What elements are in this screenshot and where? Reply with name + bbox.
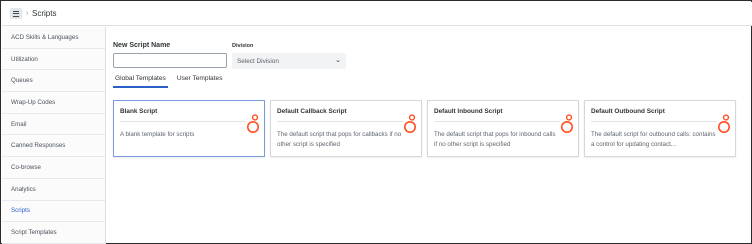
sidebar-item-utilization[interactable]: Utilization xyxy=(2,49,105,71)
card-title: Blank Script xyxy=(120,108,158,115)
template-card-default-outbound[interactable]: Default Outbound Script The default scri… xyxy=(584,100,736,157)
card-divider xyxy=(434,121,560,122)
division-label: Division xyxy=(232,43,254,49)
sidebar-item-queues[interactable]: Queues xyxy=(2,70,105,93)
page-title: Scripts xyxy=(32,9,57,18)
tab-user-templates[interactable]: User Templates xyxy=(175,75,225,88)
template-cards: Blank Script A blank template for script… xyxy=(113,100,752,158)
card-description: The default script that pops for inbound… xyxy=(434,131,556,148)
chevron-down-icon: ⌄ xyxy=(335,57,341,64)
sidebar-item-label: Co-browse xyxy=(11,163,41,171)
card-title: Default Outbound Script xyxy=(591,108,665,115)
sidebar-item-label: Queues xyxy=(11,77,33,85)
sidebar-item-label: Email xyxy=(11,120,27,128)
sidebar-item-label: Script Templates xyxy=(11,229,57,237)
template-card-blank-script[interactable]: Blank Script A blank template for script… xyxy=(113,100,265,157)
card-description: A blank template for scripts xyxy=(120,131,195,138)
sidebar-item-label: Utilization xyxy=(11,55,38,63)
division-select[interactable]: Select Division ⌄ xyxy=(232,53,346,69)
card-divider xyxy=(277,121,403,122)
sidebar-item-email[interactable]: Email xyxy=(2,114,105,136)
card-title: Default Callback Script xyxy=(277,108,347,115)
sidebar-item-label: Wrap-Up Codes xyxy=(11,98,56,106)
sidebar-item-label: Canned Responses xyxy=(11,142,66,150)
tab-global-templates[interactable]: Global Templates xyxy=(113,75,168,88)
card-divider xyxy=(120,121,246,122)
division-select-value: Select Division xyxy=(237,57,279,65)
genesys-logo-icon xyxy=(247,114,259,133)
script-name-label: New Script Name xyxy=(113,42,171,49)
script-name-input[interactable] xyxy=(113,53,227,68)
hamburger-menu-icon[interactable] xyxy=(10,8,22,19)
sidebar-item-label: Scripts xyxy=(11,207,30,215)
sidebar-item-script-templates[interactable]: Script Templates xyxy=(2,222,105,244)
card-title: Default Inbound Script xyxy=(434,108,503,115)
template-card-default-inbound[interactable]: Default Inbound Script The default scrip… xyxy=(427,100,579,157)
sidebar-item-analytics[interactable]: Analytics xyxy=(2,179,105,201)
genesys-logo-icon xyxy=(718,114,730,133)
sidebar-item-co-browse[interactable]: Co-browse xyxy=(2,157,105,179)
sidebar-item-wrap-up-codes[interactable]: Wrap-Up Codes xyxy=(2,92,105,114)
template-tabs: Global Templates User Templates xyxy=(113,75,232,88)
sidebar: ACD Skills & Languages Utilization Queue… xyxy=(2,27,106,244)
card-divider xyxy=(591,121,717,122)
window-frame: › Scripts ACD Skills & Languages Utiliza… xyxy=(0,0,752,244)
top-bar: › Scripts xyxy=(2,2,752,26)
sidebar-item-label: ACD Skills & Languages xyxy=(11,33,79,41)
template-card-default-callback[interactable]: Default Callback Script The default scri… xyxy=(270,100,422,157)
card-description: The default script that pops for callbac… xyxy=(277,131,402,148)
sidebar-item-scripts[interactable]: Scripts xyxy=(2,201,105,223)
main-content: New Script Name Division Select Division… xyxy=(106,27,752,244)
card-description: The default script for outbound calls: c… xyxy=(591,131,716,148)
sidebar-item-canned-responses[interactable]: Canned Responses xyxy=(2,135,105,158)
genesys-logo-icon xyxy=(561,114,573,133)
sidebar-item-acd-skills[interactable]: ACD Skills & Languages xyxy=(2,27,105,49)
breadcrumb-separator: › xyxy=(26,10,29,17)
sidebar-item-label: Analytics xyxy=(11,185,36,193)
genesys-logo-icon xyxy=(404,114,416,133)
